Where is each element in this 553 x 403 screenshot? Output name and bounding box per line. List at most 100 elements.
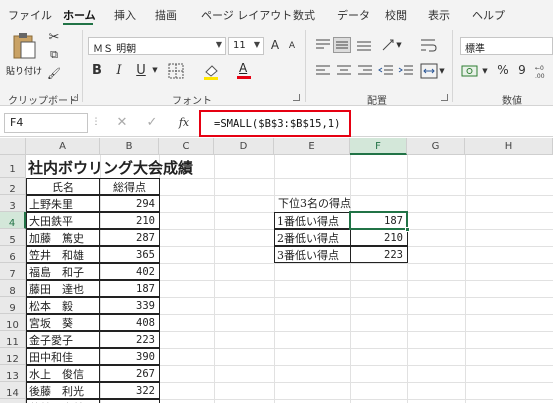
player-name-cell[interactable]: 宮坂 葵 <box>26 314 100 331</box>
player-name-cell[interactable]: 松本 毅 <box>26 297 100 314</box>
align-middle-icon[interactable] <box>333 37 351 53</box>
number-format-combo[interactable]: 標準 <box>460 37 553 55</box>
row-header-10[interactable]: 10 <box>0 314 26 331</box>
insert-function-icon[interactable]: fx <box>176 114 192 130</box>
player-score-cell[interactable]: 287 <box>99 229 160 246</box>
player-score-cell[interactable]: 408 <box>99 314 160 331</box>
sheet-title[interactable]: 社内ボウリング大会成績 <box>28 157 248 179</box>
player-score-cell[interactable]: 402 <box>99 263 160 280</box>
player-score-cell[interactable]: 390 <box>99 348 160 365</box>
lowest-score-cell[interactable]: 210 <box>350 229 408 246</box>
align-top-icon[interactable] <box>315 38 331 52</box>
percent-style-button[interactable]: % <box>496 62 510 78</box>
decrease-indent-icon[interactable] <box>378 64 394 78</box>
row-header-11[interactable]: 11 <box>0 331 26 348</box>
lowest-label-cell[interactable]: 3番低い得点 <box>274 246 351 263</box>
row-header-14[interactable]: 14 <box>0 382 26 399</box>
tab-insert[interactable]: 挿入 <box>114 7 136 23</box>
column-header-a[interactable]: A <box>26 138 100 155</box>
format-painter-icon[interactable]: 🖌 <box>47 66 61 80</box>
column-header-g[interactable]: G <box>407 138 465 155</box>
merge-center-icon[interactable] <box>420 63 438 79</box>
row-header-1[interactable]: 1 <box>0 155 26 178</box>
column-header-e[interactable]: E <box>274 138 350 155</box>
tab-file[interactable]: ファイル <box>8 7 52 23</box>
name-box[interactable]: F4 <box>4 113 88 133</box>
borders-icon[interactable] <box>168 63 184 79</box>
confirm-entry-icon[interactable]: ✓ <box>145 114 159 130</box>
tab-page-layout[interactable]: ページ レイアウト <box>201 7 292 23</box>
header-score-cell[interactable]: 総得点 <box>99 178 160 195</box>
chevron-down-icon[interactable]: ▼ <box>481 65 489 77</box>
row-header-9[interactable]: 9 <box>0 297 26 314</box>
player-name-cell[interactable]: 若林 恵美 <box>26 399 100 403</box>
player-score-cell[interactable]: 223 <box>99 331 160 348</box>
row-header-4[interactable]: 4 <box>0 212 26 229</box>
row-header-8[interactable]: 8 <box>0 280 26 297</box>
copy-icon[interactable]: ⧉ <box>47 48 61 62</box>
chevron-down-icon[interactable]: ▼ <box>151 64 159 76</box>
player-score-cell[interactable]: 339 <box>99 297 160 314</box>
cancel-entry-icon[interactable]: ✕ <box>115 114 129 130</box>
row-header-5[interactable]: 5 <box>0 229 26 246</box>
player-name-cell[interactable]: 加藤 篤史 <box>26 229 100 246</box>
align-right-icon[interactable] <box>357 64 373 78</box>
tab-help[interactable]: ヘルプ <box>472 7 505 23</box>
row-header-15[interactable]: 15 <box>0 399 26 403</box>
player-name-cell[interactable]: 福島 和子 <box>26 263 100 280</box>
column-header-d[interactable]: D <box>214 138 274 155</box>
paste-button[interactable]: 貼り付け <box>6 30 42 84</box>
player-score-cell[interactable]: 294 <box>99 195 160 212</box>
font-size-combo[interactable]: 11 ▼ <box>228 37 264 55</box>
row-header-13[interactable]: 13 <box>0 365 26 382</box>
formula-input[interactable]: =SMALL($B$3:$B$15,1) <box>214 118 340 130</box>
player-name-cell[interactable]: 上野朱里 <box>26 195 100 212</box>
align-left-icon[interactable] <box>315 64 331 78</box>
row-header-2[interactable]: 2 <box>0 178 26 195</box>
accounting-format-icon[interactable] <box>461 63 479 79</box>
fill-color-icon[interactable] <box>202 62 220 80</box>
orientation-icon[interactable] <box>380 37 396 53</box>
lowest-title-cell[interactable]: 下位3名の得点 <box>276 195 396 212</box>
select-all-corner[interactable] <box>0 138 26 155</box>
tab-view[interactable]: 表示 <box>428 7 450 23</box>
align-bottom-icon[interactable] <box>356 38 372 52</box>
comma-style-button[interactable]: 9 <box>516 62 528 78</box>
player-name-cell[interactable]: 田中和佳 <box>26 348 100 365</box>
chevron-down-icon[interactable]: ▼ <box>438 65 446 77</box>
underline-button[interactable]: U <box>134 62 148 78</box>
italic-button[interactable]: I <box>112 62 126 78</box>
font-launcher-icon[interactable] <box>293 94 300 101</box>
worksheet-grid[interactable]: ABCDEFGH123456789101112131415社内ボウリング大会成績… <box>0 138 553 403</box>
tab-data[interactable]: データ <box>337 7 370 23</box>
alignment-launcher-icon[interactable] <box>441 94 448 101</box>
row-header-12[interactable]: 12 <box>0 348 26 365</box>
font-name-combo[interactable]: ＭＳ 明朝 ▼ <box>88 37 226 55</box>
column-header-f[interactable]: F <box>350 138 407 155</box>
lowest-score-cell[interactable]: 223 <box>350 246 408 263</box>
lowest-label-cell[interactable]: 1番低い得点 <box>274 212 351 229</box>
shrink-font-icon[interactable]: A <box>286 39 298 53</box>
tab-home[interactable]: ホーム <box>63 7 96 23</box>
bold-button[interactable]: B <box>90 62 104 78</box>
row-header-7[interactable]: 7 <box>0 263 26 280</box>
player-name-cell[interactable]: 水上 俊信 <box>26 365 100 382</box>
player-name-cell[interactable]: 後藤 利光 <box>26 382 100 399</box>
column-header-h[interactable]: H <box>465 138 553 155</box>
increase-indent-icon[interactable] <box>398 64 414 78</box>
fill-handle[interactable] <box>405 227 410 232</box>
player-name-cell[interactable]: 大田鉄平 <box>26 212 100 229</box>
chevron-down-icon[interactable]: ▼ <box>395 39 403 51</box>
column-header-b[interactable]: B <box>100 138 159 155</box>
player-score-cell[interactable]: 365 <box>99 246 160 263</box>
clipboard-launcher-icon[interactable] <box>71 94 78 101</box>
header-name-cell[interactable]: 氏名 <box>26 178 100 195</box>
player-score-cell[interactable]: 322 <box>99 382 160 399</box>
player-name-cell[interactable]: 藤田 達也 <box>26 280 100 297</box>
wrap-text-icon[interactable] <box>420 37 438 53</box>
lowest-label-cell[interactable]: 2番低い得点 <box>274 229 351 246</box>
font-color-button[interactable]: A <box>236 61 252 79</box>
tab-draw[interactable]: 描画 <box>155 7 177 23</box>
tab-review[interactable]: 校閲 <box>385 7 407 23</box>
tab-formulas[interactable]: 数式 <box>293 7 315 23</box>
